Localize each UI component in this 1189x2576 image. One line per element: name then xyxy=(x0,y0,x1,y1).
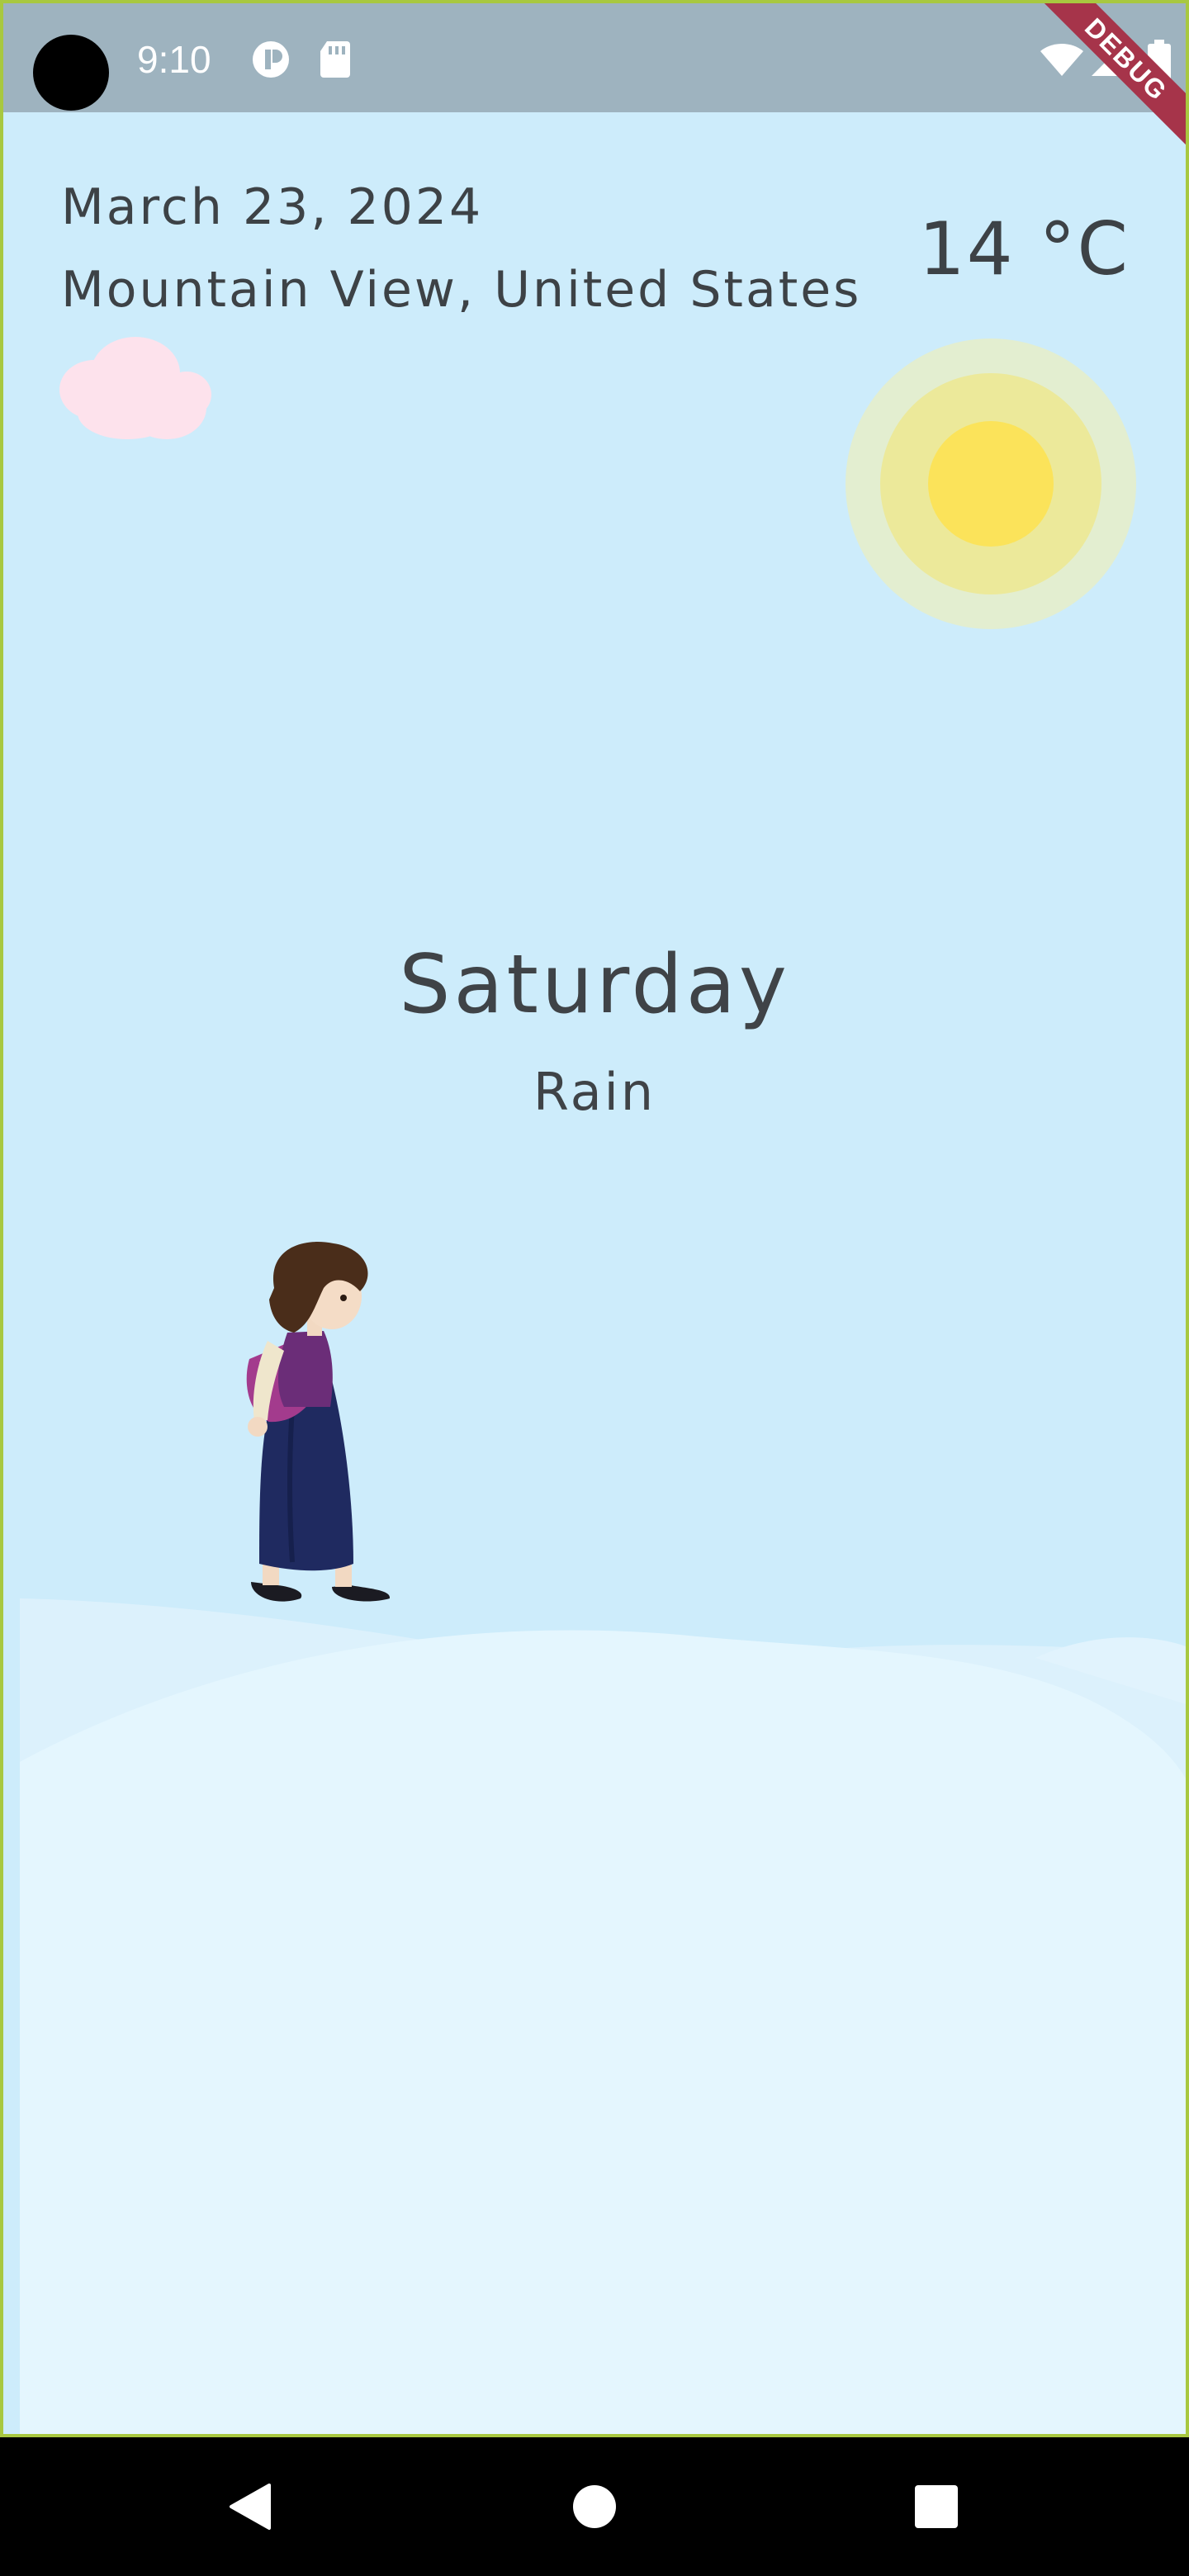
status-bar: 9:10 xyxy=(3,3,1186,112)
ground-hills xyxy=(20,1598,1186,2434)
weather-scene xyxy=(20,337,1186,2434)
recents-button[interactable] xyxy=(867,2437,1006,2576)
camera-cutout xyxy=(33,35,109,111)
back-icon xyxy=(230,2484,271,2530)
status-time: 9:10 xyxy=(137,38,211,81)
girl-character-illustration xyxy=(246,1242,391,1602)
sun-icon xyxy=(846,339,1136,629)
back-button[interactable] xyxy=(180,2437,319,2576)
sd-card-icon xyxy=(320,41,350,78)
day-label: Saturday xyxy=(399,938,790,1032)
temperature-label: 14 °C xyxy=(918,206,1130,291)
date-label: March 23, 2024 xyxy=(61,178,484,236)
recents-icon xyxy=(915,2485,958,2528)
app-screen: 9:10 DEBUG March 23, 2024 Mountain View,… xyxy=(0,0,1189,2437)
home-button[interactable] xyxy=(525,2437,664,2576)
notification-app-icon xyxy=(253,41,289,78)
cloud-icon xyxy=(59,337,211,439)
navigation-bar xyxy=(0,2437,1189,2576)
location-label: Mountain View, United States xyxy=(61,261,862,319)
home-icon xyxy=(573,2485,616,2528)
wifi-icon xyxy=(1040,44,1083,76)
condition-label: Rain xyxy=(533,1062,656,1122)
